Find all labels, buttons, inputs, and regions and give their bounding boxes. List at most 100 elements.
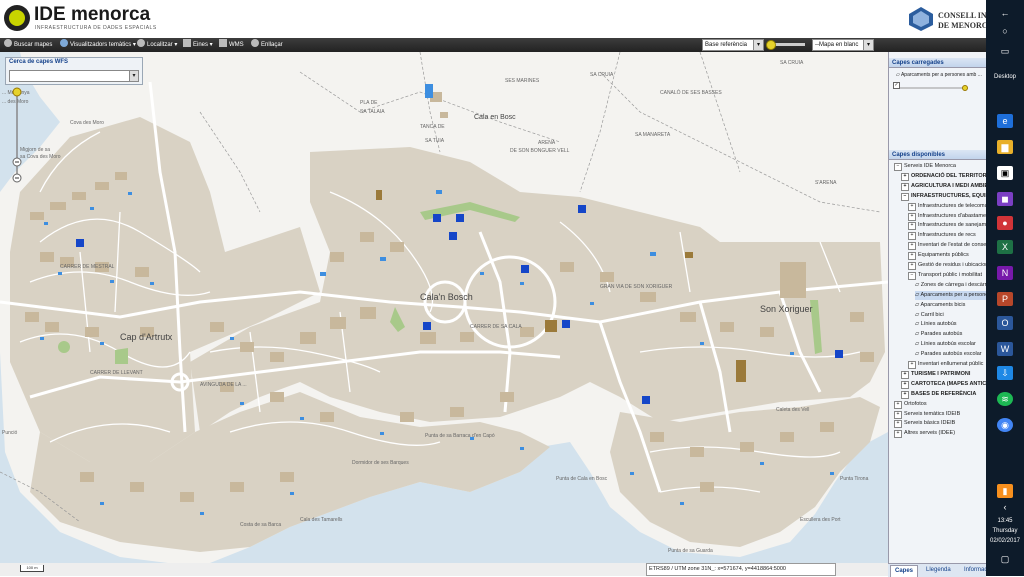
edge-icon[interactable]: e — [997, 114, 1013, 128]
layer-tree-item[interactable]: +Infraestructures de telecomunicacions — [908, 202, 986, 211]
layer-tree-item[interactable]: + TURISME I PATRIMONI — [901, 370, 970, 379]
layer-tree-item[interactable]: + CARTOTECA (MAPES ANTICS) — [901, 380, 986, 389]
photos-icon[interactable]: ◼ — [997, 192, 1013, 206]
word-icon[interactable]: W — [997, 342, 1013, 356]
expand-icon[interactable]: + — [908, 222, 916, 231]
action-center-icon[interactable]: ▢ — [997, 552, 1013, 566]
map-search-icon — [4, 39, 12, 47]
file-explorer-icon[interactable]: ▆ — [997, 140, 1013, 154]
layer-tree-item[interactable]: + Serveis temàtics IDEIB — [894, 410, 960, 419]
expand-icon[interactable]: + — [908, 262, 916, 270]
clock-date[interactable]: 02/02/2017 — [986, 538, 1024, 544]
layer-opacity-slider[interactable] — [897, 85, 977, 91]
desktop-label[interactable]: Desktop — [986, 74, 1024, 80]
layer-tree-item[interactable]: ▱ Aparcaments bicis — [915, 301, 965, 310]
expand-icon[interactable]: + — [901, 390, 909, 399]
layer-tree-item[interactable]: ▱ Línies autobús escolar — [915, 340, 976, 349]
layer-tree-item[interactable]: + ORDENACIÓ DEL TERRITORI — [901, 172, 986, 181]
layer-tree-item[interactable]: +Infraestructures de sanejament — [908, 221, 986, 231]
wms-button[interactable]: WMS — [219, 39, 244, 51]
layer-tree-label: Infraestructures de sanejament — [918, 222, 986, 229]
loaded-layer-checkbox[interactable]: ✓ — [893, 82, 900, 89]
notification-app-icon[interactable]: ▮ — [997, 484, 1013, 498]
layer-tree-item[interactable]: ▱ Zones de càrrega i descàrrega — [915, 281, 986, 290]
layer-tree-item[interactable]: ▱ Parades autobús escolar — [915, 350, 982, 359]
buscar-mapes-button[interactable]: Buscar mapes — [4, 39, 52, 51]
layer-tree-item[interactable]: − Serveis IDE Menorca — [894, 162, 956, 171]
tab-llegenda[interactable]: Llegenda — [922, 565, 955, 576]
base-referencia-value: Base referència — [705, 42, 748, 48]
layer-tree-item[interactable]: + BASES DE REFERÈNCIA — [901, 390, 976, 399]
expand-icon[interactable]: + — [901, 182, 909, 191]
loaded-layer-row[interactable]: ▱ Aparcaments per a persones amb ... — [896, 72, 982, 78]
capes-carregades-header[interactable]: Capes carregades — [889, 58, 987, 68]
powerpoint-icon[interactable]: P — [997, 292, 1013, 306]
opacity-slider-handle[interactable] — [766, 40, 776, 50]
collapse-icon[interactable]: − — [901, 192, 909, 201]
layer-tree-item[interactable]: +Inventari de l'estat de conservació — [908, 241, 986, 251]
expand-icon[interactable]: + — [908, 252, 916, 261]
cortana-icon[interactable]: ○ — [997, 24, 1013, 38]
layer-tree-item[interactable]: + Inventari enllumenat públic — [908, 360, 983, 369]
layer-tree-item[interactable]: + Infraestructures de recs — [908, 231, 976, 241]
base-referencia-select[interactable]: Base referència ▾ — [702, 39, 764, 51]
map-label-punta-tirona: Punta Tirona — [840, 476, 869, 482]
clock-day[interactable]: Thursday — [986, 528, 1024, 534]
expand-icon[interactable]: + — [894, 410, 902, 419]
layer-tree-item[interactable]: + Gestió de residus i ubicacions — [908, 261, 986, 270]
localitzar-button[interactable]: Localitzar ▾ — [137, 39, 177, 51]
layer-tree-item[interactable]: ▱ Línies autobús — [915, 320, 957, 329]
layer-tree-item[interactable]: + Altres serveis (IDEE) — [894, 429, 955, 439]
collapse-icon[interactable]: − — [908, 271, 916, 280]
opacity-slider-track[interactable] — [775, 43, 805, 46]
app-red-icon[interactable]: ● — [997, 216, 1013, 230]
layer-tree-item[interactable]: ▱ Aparcaments per a persones — [915, 290, 986, 300]
store-icon[interactable]: ▣ — [997, 166, 1013, 180]
layer-tree-item[interactable]: + Infraestructures d'abastament — [908, 212, 986, 221]
expand-icon[interactable]: + — [894, 400, 902, 409]
visualitzadors-button[interactable]: Visualitzadors temàtics ▾ — [60, 39, 136, 51]
layer-tree-item[interactable]: + Serveis bàsics IDEIB — [894, 419, 955, 429]
zoom-slider[interactable] — [11, 86, 23, 186]
layer-tree-item[interactable]: + Ortofotos — [894, 400, 927, 409]
expand-icon[interactable]: + — [894, 430, 902, 439]
layer-tree-item[interactable]: ▱ Parades autobús — [915, 330, 962, 339]
enllacar-button[interactable]: Enllaçar — [251, 39, 283, 51]
loaded-layer-label: Aparcaments per a persones amb ... — [900, 72, 982, 78]
chrome-icon[interactable]: ◉ — [997, 418, 1013, 432]
clock-time[interactable]: 13:45 — [986, 518, 1024, 524]
back-arrow-icon[interactable]: ← — [997, 6, 1013, 20]
layer-tree-item[interactable]: ▱ Carril bici — [915, 311, 944, 320]
zoom-handle-icon[interactable] — [12, 87, 22, 97]
collapse-icon[interactable]: − — [894, 163, 902, 171]
ide-logo-icon[interactable] — [4, 5, 30, 31]
capes-disponibles-header[interactable]: Capes disponibles — [889, 150, 987, 160]
onenote-icon[interactable]: N — [997, 266, 1013, 280]
expand-icon[interactable]: + — [901, 380, 909, 389]
chevron-left-icon[interactable]: ‹ — [997, 500, 1013, 514]
expand-icon[interactable]: + — [908, 212, 916, 221]
consell-logo[interactable]: CONSELL INSULAR DE MENORCA — [906, 4, 1014, 34]
eines-button[interactable]: Eines ▾ — [183, 39, 213, 51]
expand-icon[interactable]: + — [901, 370, 909, 379]
layer-tree-item[interactable]: + Equipaments públics — [908, 251, 969, 261]
expand-icon[interactable]: + — [901, 172, 909, 181]
layer-tree-item[interactable]: − Transport públic i mobilitat — [908, 271, 982, 280]
map-canvas[interactable]: Cala'n Bosch Cap d'Artrutx Son Xoriguer … — [0, 52, 888, 567]
spotify-icon[interactable]: ≋ — [997, 392, 1013, 406]
expand-icon[interactable]: + — [908, 242, 916, 251]
excel-icon[interactable]: X — [997, 240, 1013, 254]
expand-icon[interactable]: + — [894, 420, 902, 429]
expand-icon[interactable]: + — [908, 202, 916, 211]
download-icon[interactable]: ⇩ — [997, 366, 1013, 380]
task-view-icon[interactable]: ▭ — [997, 44, 1013, 58]
layer-tree-item[interactable]: −INFRAESTRUCTURES, EQUIPAMENTS — [901, 192, 986, 201]
wfs-search-input[interactable]: ▾ — [9, 70, 139, 82]
expand-icon[interactable]: + — [908, 361, 916, 369]
layer-tree-item[interactable]: +AGRICULTURA I MEDI AMBIENT — [901, 182, 986, 191]
expand-icon[interactable]: + — [908, 232, 916, 241]
tab-capes[interactable]: Capes — [890, 565, 919, 577]
outlook-icon[interactable]: O — [997, 316, 1013, 330]
windows-taskbar: ← ○ ▭ Desktop e ▆ ▣ ◼ ● X N P O W ⇩ ≋ ◉ … — [986, 0, 1024, 576]
mapa-blanc-select[interactable]: --Mapa en blanc ▾ — [812, 39, 874, 51]
